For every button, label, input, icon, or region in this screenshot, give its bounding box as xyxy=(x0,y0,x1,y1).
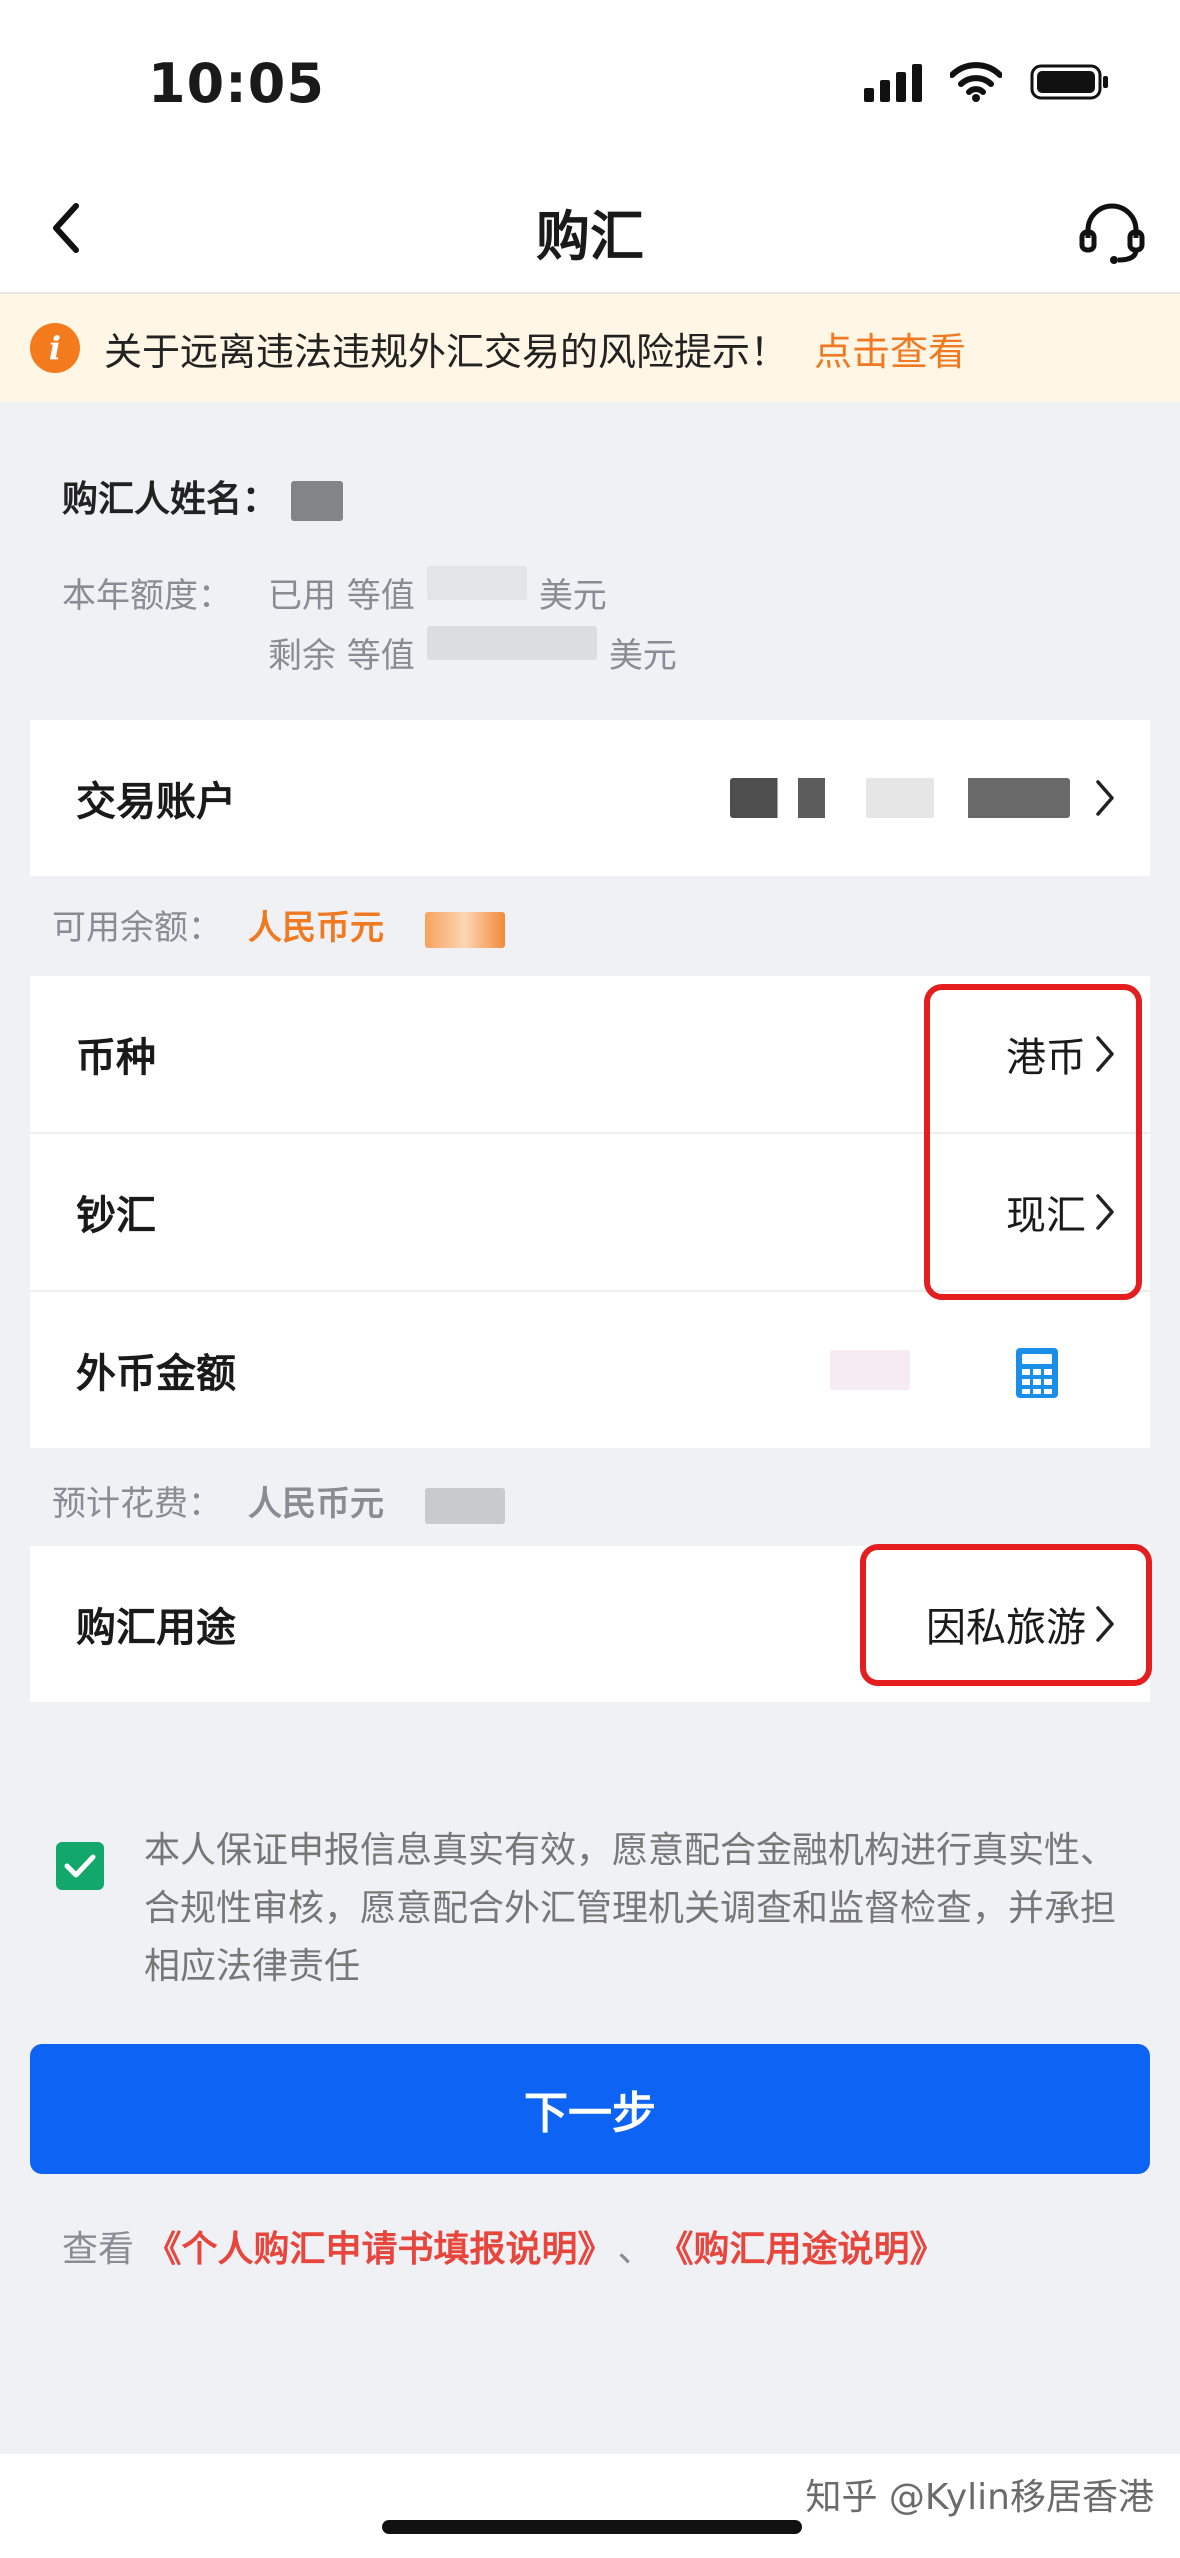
quota-used-suffix: 美元 xyxy=(538,576,607,616)
account-label: 交易账户 xyxy=(76,779,236,825)
currency-label: 币种 xyxy=(76,1035,156,1081)
application-guide-link[interactable]: 《个人购汇申请书填报说明》 xyxy=(145,2229,595,2270)
help-links: 查看 《个人购汇申请书填报说明》、《购汇用途说明》 xyxy=(62,2220,946,2272)
estimate-amount-redacted xyxy=(424,1487,505,1524)
quota-used-redacted xyxy=(426,566,527,600)
purpose-guide-link[interactable]: 《购汇用途说明》 xyxy=(676,2229,946,2270)
status-bar: 10:05 xyxy=(0,0,1180,170)
purpose-label: 购汇用途 xyxy=(76,1605,236,1651)
home-indicator[interactable] xyxy=(382,2520,802,2534)
account-row[interactable]: 交易账户 xyxy=(30,720,1150,876)
balance-amount-redacted xyxy=(424,911,505,948)
declaration-text: 本人保证申报信息真实有效，愿意配合金融机构进行真实性、合规性审核，愿意配合外汇管… xyxy=(144,1830,1117,1987)
info-icon: i xyxy=(30,323,80,373)
quota-remain-redacted xyxy=(426,626,597,660)
balance-currency: 人民币元 xyxy=(248,908,384,948)
estimate-currency: 人民币元 xyxy=(248,1484,384,1524)
foreign-amount-label: 外币金额 xyxy=(76,1351,236,1397)
links-prefix: 查看 xyxy=(62,2229,135,2270)
estimated-cost: 预计花费： 人民币元 xyxy=(52,1476,505,1525)
buyer-name: 购汇人姓名： xyxy=(62,470,343,522)
quota-used-prefix: 已用 等值 xyxy=(268,576,415,616)
status-icons xyxy=(864,62,1110,102)
declaration: 本人保证申报信息真实有效，愿意配合金融机构进行真实性、合规性审核，愿意配合外汇管… xyxy=(56,1822,1146,1996)
page-title: 购汇 xyxy=(536,205,644,268)
highlight-box-purpose xyxy=(860,1544,1152,1686)
signal-icon xyxy=(864,62,922,102)
chevron-right-icon xyxy=(1096,780,1114,816)
available-balance: 可用余额： 人民币元 xyxy=(52,900,505,949)
annual-quota: 本年额度： 已用 等值 美元 剩余 等值 美元 xyxy=(62,566,677,686)
next-step-button[interactable]: 下一步 xyxy=(30,2044,1150,2174)
links-separator: 、 xyxy=(617,2229,654,2270)
watermark: 知乎 @Kylin移居香港 xyxy=(805,2477,1154,2518)
checkmark-icon xyxy=(64,1854,96,1878)
cash-type-label: 钞汇 xyxy=(76,1193,156,1239)
buyer-name-redacted xyxy=(290,481,343,521)
battery-icon xyxy=(1030,62,1110,102)
risk-notice-banner: i 关于远离违法违规外汇交易的风险提示！ 点击查看 xyxy=(0,294,1180,402)
estimate-label: 预计花费： xyxy=(52,1484,222,1524)
status-time: 10:05 xyxy=(148,52,325,115)
quota-remain-prefix: 剩余 等值 xyxy=(268,636,415,676)
risk-notice-link[interactable]: 点击查看 xyxy=(814,321,966,376)
wifi-icon xyxy=(950,62,1002,102)
foreign-amount-row[interactable]: 外币金额 xyxy=(30,1292,1150,1448)
quota-label: 本年额度： xyxy=(62,576,232,616)
balance-label: 可用余额： xyxy=(52,908,222,948)
calculator-icon[interactable] xyxy=(1014,1346,1060,1400)
foreign-amount-redacted xyxy=(830,1350,910,1390)
nav-bar: 购汇 xyxy=(0,170,1180,294)
customer-service-icon[interactable] xyxy=(1078,200,1146,266)
buyer-name-label: 购汇人姓名： xyxy=(62,479,279,520)
account-number-redacted xyxy=(730,778,1070,818)
quota-remain-suffix: 美元 xyxy=(608,636,677,676)
highlight-box-currency xyxy=(924,984,1142,1300)
risk-notice-text: 关于远离违法违规外汇交易的风险提示！ xyxy=(104,329,789,374)
declaration-checkbox[interactable] xyxy=(56,1842,104,1890)
account-card: 交易账户 xyxy=(30,720,1150,876)
